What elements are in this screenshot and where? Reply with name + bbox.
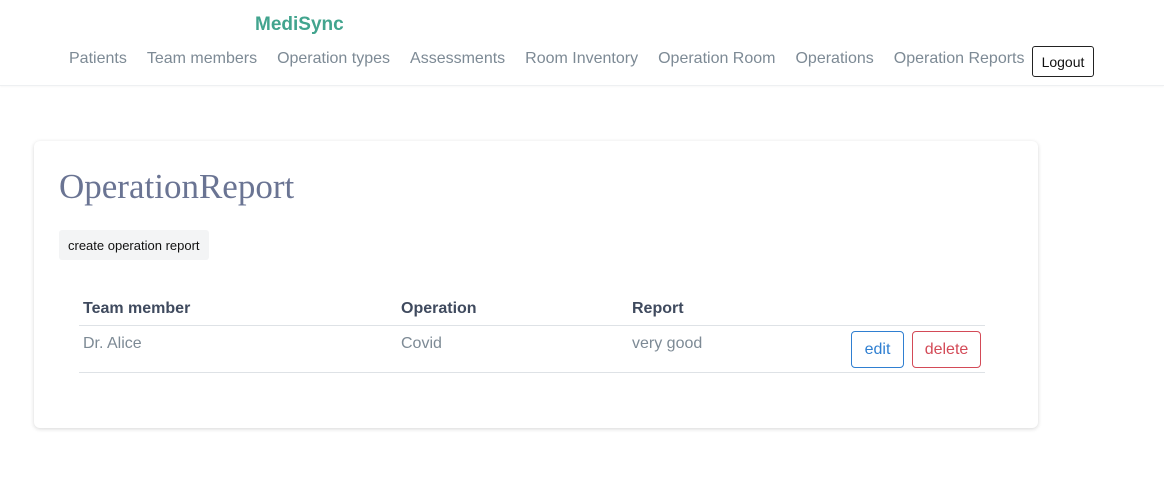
- nav-link-assessments[interactable]: Assessments: [410, 50, 505, 68]
- operation-report-card: OperationReport create operation report …: [34, 141, 1038, 428]
- cell-team-member: Dr. Alice: [83, 335, 142, 352]
- nav-link-room-inventory[interactable]: Room Inventory: [525, 50, 638, 68]
- header-team-member: Team member: [83, 300, 191, 317]
- brand-logo[interactable]: MediSync: [255, 14, 344, 36]
- table-row: Dr. Alice Covid very good edit delete: [79, 326, 985, 373]
- create-operation-report-button[interactable]: create operation report: [59, 230, 209, 260]
- nav-link-operation-reports[interactable]: Operation Reports: [894, 50, 1025, 68]
- nav-link-operation-room[interactable]: Operation Room: [658, 50, 775, 68]
- header-report: Report: [632, 300, 684, 317]
- header-operation: Operation: [401, 300, 477, 317]
- nav-links: Patients Team members Operation types As…: [69, 50, 1044, 68]
- edit-button[interactable]: edit: [851, 331, 904, 368]
- cell-report: very good: [632, 335, 703, 352]
- logout-button[interactable]: Logout: [1032, 46, 1094, 77]
- delete-button[interactable]: delete: [912, 331, 981, 368]
- table-header: Team member Operation Report: [79, 291, 985, 326]
- nav-link-operations[interactable]: Operations: [795, 50, 873, 68]
- nav-link-team-members[interactable]: Team members: [147, 50, 257, 68]
- top-navbar: MediSync Patients Team members Operation…: [0, 0, 1164, 86]
- nav-link-patients[interactable]: Patients: [69, 50, 127, 68]
- operation-reports-table: Team member Operation Report Dr. Alice C…: [79, 291, 985, 373]
- cell-operation: Covid: [401, 335, 442, 352]
- page-title: OperationReport: [59, 167, 295, 206]
- nav-link-operation-types[interactable]: Operation types: [277, 50, 390, 68]
